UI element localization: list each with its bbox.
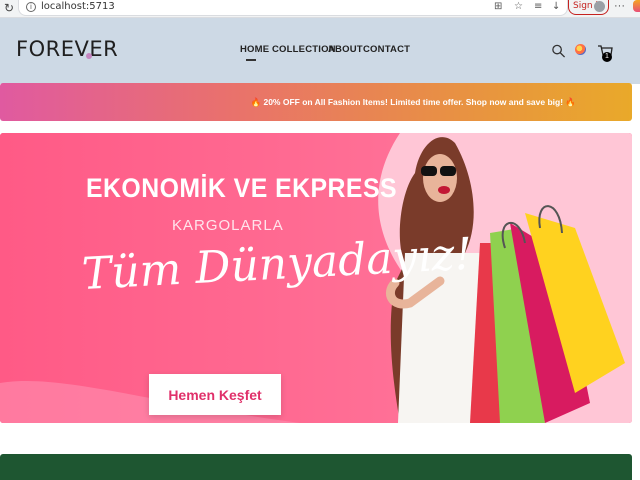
- promo-banner: 🔥 20% OFF on All Fashion Items! Limited …: [0, 83, 632, 121]
- nav-item-home[interactable]: HOME: [240, 44, 269, 55]
- site-header: FOREVER HOME COLLECTION ABOUT CONTACT 1: [0, 18, 640, 84]
- site-info-icon[interactable]: i: [26, 2, 36, 12]
- collections-icon[interactable]: ≡: [534, 1, 542, 12]
- more-icon[interactable]: ···: [614, 0, 625, 12]
- promo-text: 🔥 20% OFF on All Fashion Items! Limited …: [250, 97, 576, 107]
- copilot-icon[interactable]: [633, 0, 640, 12]
- reload-icon[interactable]: ↻: [4, 1, 14, 15]
- explore-button[interactable]: Hemen Keşfet: [149, 374, 281, 415]
- address-url[interactable]: localhost:5713: [41, 1, 115, 12]
- split-screen-icon[interactable]: ⊞: [494, 1, 502, 12]
- browser-toolbar: ↻ i localhost:5713 ⊞ ☆ ≡ ↓ Sign in ···: [0, 0, 640, 18]
- avatar-icon: [594, 1, 605, 12]
- nav-item-about[interactable]: ABOUT: [328, 44, 363, 55]
- profile-icon[interactable]: [575, 44, 586, 55]
- active-underline: [246, 59, 256, 61]
- cart-count-badge: 1: [602, 52, 612, 62]
- downloads-icon[interactable]: ↓: [552, 1, 560, 12]
- hero-banner: EKONOMİK VE EKPRESS KARGOLARLA Tüm Dünya…: [0, 133, 632, 423]
- hero-title: EKONOMİK VE EKPRESS: [86, 173, 398, 203]
- favorite-star-icon[interactable]: ☆: [514, 1, 523, 12]
- logo-dot: [86, 53, 92, 59]
- search-icon[interactable]: [551, 43, 566, 59]
- hero-subtitle: KARGOLARLA: [172, 217, 284, 234]
- nav-item-collection[interactable]: COLLECTION: [272, 44, 336, 55]
- address-bar[interactable]: i localhost:5713: [18, 0, 568, 16]
- next-section-band: [0, 454, 632, 480]
- nav-item-contact[interactable]: CONTACT: [363, 44, 410, 55]
- sign-in-button[interactable]: Sign in: [568, 0, 609, 15]
- site-logo[interactable]: FOREVER: [16, 37, 118, 61]
